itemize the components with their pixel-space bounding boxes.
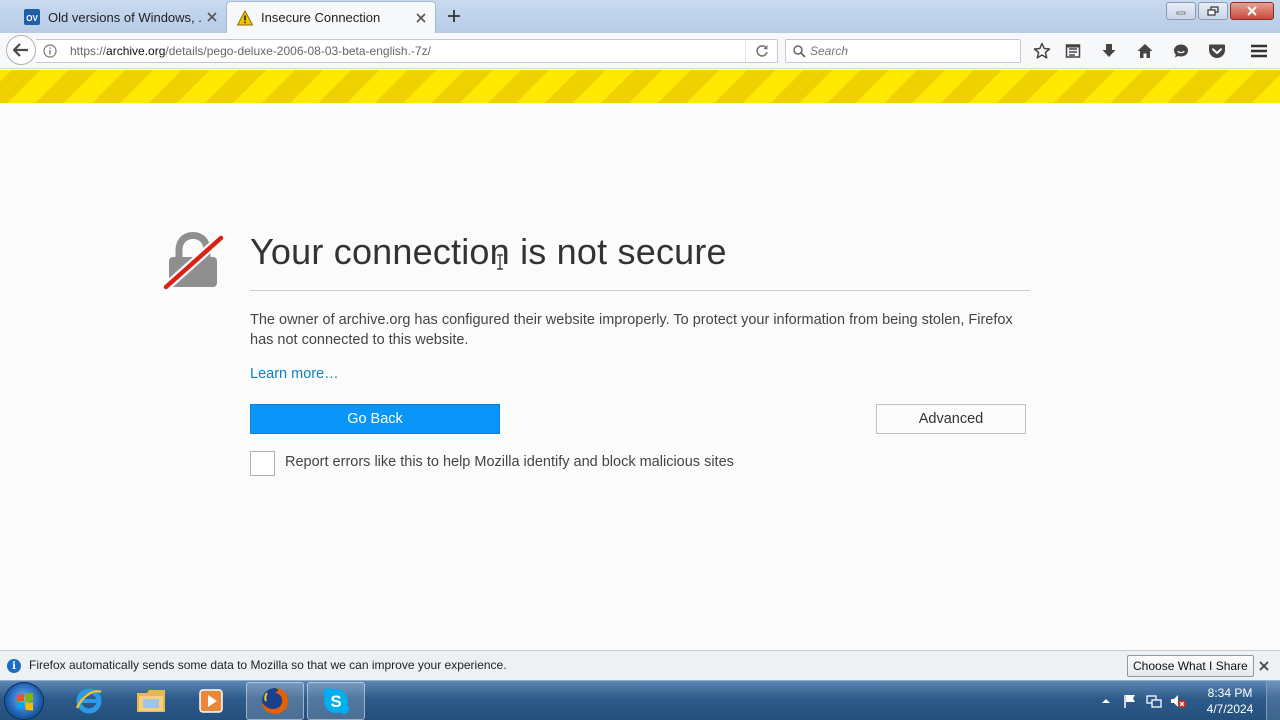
download-arrow-icon [1102, 44, 1116, 57]
error-description: The owner of archive.org has configured … [250, 312, 1013, 348]
back-button[interactable] [6, 35, 36, 65]
back-arrow-icon [13, 43, 28, 57]
advanced-button[interactable]: Advanced [876, 404, 1026, 434]
broken-lock-icon [163, 232, 224, 290]
notification-bar: i Firefox automatically sends some data … [0, 650, 1280, 680]
system-tray [1098, 681, 1208, 720]
browser-window: OV Old versions of Windows, ... Insecure… [0, 0, 1280, 720]
navigation-toolbar: https://archive.org/details/pego-deluxe-… [0, 33, 1280, 69]
warning-stripe [0, 70, 1280, 103]
text-cursor-icon [497, 254, 503, 270]
bookmark-star-button[interactable] [1029, 38, 1055, 64]
taskbar-windows-explorer[interactable] [122, 682, 180, 720]
hamburger-menu-icon [1251, 44, 1267, 58]
oldversion-favicon-icon: OV [24, 9, 40, 25]
show-hidden-icons-icon[interactable] [1098, 693, 1114, 709]
bookmarks-list-icon [1065, 44, 1081, 58]
windows-logo-icon [17, 692, 33, 711]
internet-explorer-icon [75, 688, 102, 714]
reload-button[interactable] [745, 40, 777, 62]
url-scheme: https:// [70, 44, 107, 58]
site-info-icon[interactable] [38, 40, 62, 62]
home-icon [1137, 44, 1153, 58]
clock-time: 8:34 PM [1207, 686, 1253, 700]
home-button[interactable] [1132, 38, 1158, 64]
taskbar-firefox[interactable] [246, 682, 304, 720]
media-player-icon [199, 689, 223, 713]
show-desktop-button[interactable] [1266, 681, 1280, 720]
volume-muted-icon[interactable] [1170, 693, 1186, 709]
pocket-button[interactable] [1204, 38, 1230, 64]
error-title: Your connection is not secure [250, 231, 727, 272]
url-path: /details/pego-deluxe-2006-08-03-beta-eng… [165, 44, 431, 58]
learn-more-link[interactable]: Learn more… [250, 366, 339, 382]
warning-icon [236, 9, 254, 26]
tab-close-icon[interactable] [202, 7, 222, 27]
new-tab-button[interactable] [444, 6, 464, 26]
hello-button[interactable] [1168, 38, 1194, 64]
tab-strip: OV Old versions of Windows, ... Insecure… [0, 0, 1280, 33]
open-menu-button[interactable] [1246, 38, 1272, 64]
notification-text: Firefox automatically sends some data to… [29, 658, 507, 672]
clock-date: 4/7/2024 [1206, 702, 1254, 716]
title-divider [250, 290, 1030, 291]
go-back-button[interactable]: Go Back [250, 404, 500, 434]
url-text[interactable]: https://archive.org/details/pego-deluxe-… [62, 44, 745, 58]
start-button[interactable] [4, 682, 44, 720]
tab-title: Insecure Connection [261, 10, 381, 25]
info-icon: i [7, 659, 21, 673]
folder-icon [137, 690, 165, 712]
star-icon [1033, 42, 1051, 59]
tab-close-icon[interactable] [411, 8, 431, 28]
report-errors-checkbox[interactable] [250, 451, 275, 476]
error-page: Your connection is not secure The owner … [0, 103, 1280, 650]
search-bar[interactable] [785, 39, 1021, 63]
reload-icon [755, 45, 768, 57]
search-icon [788, 44, 810, 58]
taskbar-internet-explorer[interactable] [60, 682, 118, 720]
skype-icon: S [323, 688, 349, 714]
action-center-flag-icon[interactable] [1122, 693, 1138, 709]
report-errors-label: Report errors like this to help Mozilla … [285, 454, 734, 470]
network-icon[interactable] [1146, 693, 1162, 709]
restore-icon [1207, 6, 1219, 16]
downloads-button[interactable] [1096, 38, 1122, 64]
url-bar[interactable]: https://archive.org/details/pego-deluxe-… [36, 39, 778, 63]
bookmarks-menu-button[interactable] [1060, 38, 1086, 64]
search-input[interactable] [810, 44, 1010, 58]
close-window-button[interactable] [1230, 2, 1274, 20]
svg-text:S: S [330, 692, 341, 711]
plus-icon [448, 10, 460, 22]
close-icon [1247, 6, 1257, 16]
restore-button[interactable] [1198, 2, 1228, 20]
tab-insecure-connection[interactable]: Insecure Connection [226, 1, 436, 33]
taskbar-skype[interactable]: S [307, 682, 365, 720]
minimize-icon [1176, 11, 1186, 15]
taskbar-media-player[interactable] [182, 682, 240, 720]
window-controls [1166, 2, 1274, 20]
tab-title: Old versions of Windows, ... [48, 9, 202, 25]
windows-taskbar: S 8:34 PM 4/7/2024 [0, 680, 1280, 720]
firefox-icon [262, 688, 288, 714]
chat-smiley-icon [1174, 44, 1188, 58]
tab-old-versions[interactable]: OV Old versions of Windows, ... [14, 1, 226, 33]
notification-close-icon[interactable] [1256, 658, 1272, 674]
choose-what-i-share-button[interactable]: Choose What I Share [1127, 655, 1254, 677]
svg-text:OV: OV [26, 14, 38, 23]
pocket-icon [1209, 44, 1225, 58]
url-host: archive.org [106, 44, 166, 58]
minimize-button[interactable] [1166, 2, 1196, 20]
taskbar-clock[interactable]: 8:34 PM 4/7/2024 [1200, 685, 1260, 717]
